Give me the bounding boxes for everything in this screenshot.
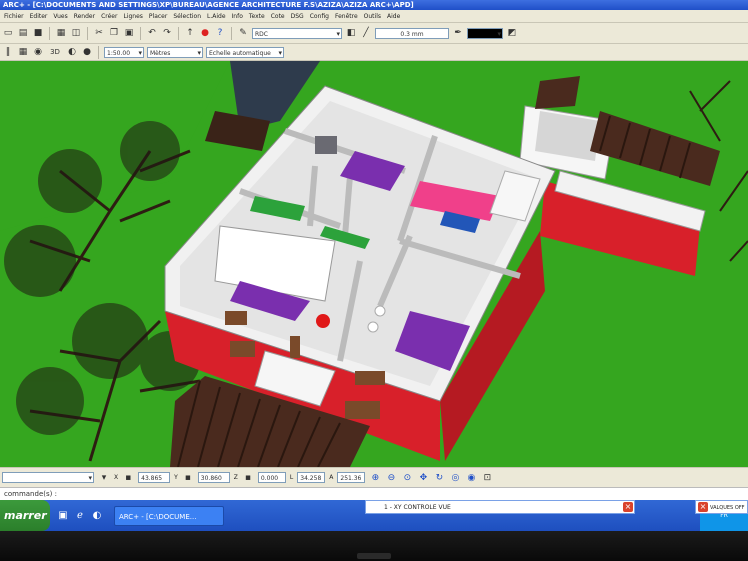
secondary-toolbar: ‖ ▦ ◉ 3D ◐ ● 1:50.00 Mètres Echelle auto… xyxy=(0,44,748,61)
cut-icon[interactable]: ✂ xyxy=(93,27,105,39)
menu-creer[interactable]: Créer xyxy=(101,10,117,22)
zoom-all-icon[interactable]: ◎ xyxy=(449,472,461,484)
paste-icon[interactable]: ▣ xyxy=(123,27,135,39)
fill-bucket-icon[interactable]: ◩ xyxy=(506,27,518,39)
menu-render[interactable]: Render xyxy=(74,10,95,22)
scale-select[interactable]: 1:50.00 xyxy=(104,46,144,58)
length-field[interactable]: 34.258 xyxy=(297,472,326,483)
dropdown-icon[interactable]: ▾ xyxy=(98,472,110,484)
close-icon[interactable]: × xyxy=(698,502,708,512)
menu-outils[interactable]: Outils xyxy=(364,10,381,22)
pergola xyxy=(590,111,720,186)
menu-fenetre[interactable]: Fenêtre xyxy=(335,10,358,22)
render-icon[interactable]: ◐ xyxy=(66,46,78,58)
arc-plus-window: ARC+ - [C:\DOCUMENTS AND SETTINGS\XP\BUR… xyxy=(0,0,748,561)
stop-icon[interactable]: ● xyxy=(199,27,211,39)
menu-bar: Fichier Editer Vues Render Créer Lignes … xyxy=(0,10,748,23)
zoom-window-icon[interactable]: ⊙ xyxy=(401,472,413,484)
menu-placer[interactable]: Placer xyxy=(149,10,167,22)
desk xyxy=(315,136,337,154)
view3d-button[interactable]: 3D xyxy=(47,46,63,58)
angle-field[interactable]: 251.36 xyxy=(337,472,366,483)
toolbar-separator xyxy=(140,26,141,40)
lock-y-icon[interactable]: ▪ xyxy=(182,472,194,484)
menu-laide[interactable]: L.Aide xyxy=(207,10,226,22)
layer-select[interactable]: RDC xyxy=(252,27,342,39)
start-button[interactable]: marrer xyxy=(0,500,50,531)
toolbar-separator xyxy=(231,26,232,40)
roof-beam xyxy=(535,76,580,109)
color-select[interactable] xyxy=(467,27,503,39)
menu-cote[interactable]: Cote xyxy=(271,10,285,22)
line-width-field[interactable]: 0.3 mm xyxy=(375,27,449,39)
toolbar-separator xyxy=(87,26,88,40)
units-select[interactable]: Mètres xyxy=(147,46,203,58)
z-label: Z xyxy=(233,474,238,481)
undo-icon[interactable]: ↶ xyxy=(146,27,158,39)
menu-editer[interactable]: Editer xyxy=(30,10,48,22)
save-icon[interactable]: ■ xyxy=(32,27,44,39)
arrow-up-icon[interactable]: ↑ xyxy=(184,27,196,39)
preview-icon[interactable]: ◫ xyxy=(70,27,82,39)
sphere-icon[interactable]: ● xyxy=(81,46,93,58)
pan-icon[interactable]: ✥ xyxy=(417,472,429,484)
pen-icon[interactable]: ✒ xyxy=(452,27,464,39)
grid-icon[interactable]: ▦ xyxy=(17,46,29,58)
line-style-icon[interactable]: ╱ xyxy=(360,27,372,39)
desktop-icon[interactable]: ▣ xyxy=(56,509,70,523)
l-label: L xyxy=(289,474,294,481)
open-folder-icon[interactable]: ▤ xyxy=(17,27,29,39)
ie-icon[interactable]: ℯ xyxy=(73,509,87,523)
house-3d-render xyxy=(0,61,748,467)
menu-fichier[interactable]: Fichier xyxy=(4,10,24,22)
zoom-out-icon[interactable]: ⊖ xyxy=(385,472,397,484)
copy-icon[interactable]: ❐ xyxy=(108,27,120,39)
window-title: ARC+ - [C:\DOCUMENTS AND SETTINGS\XP\BUR… xyxy=(0,0,748,10)
quick-launch: ▣ ℯ ◐ xyxy=(50,509,104,523)
red-chair xyxy=(316,314,330,328)
control-view-panel[interactable]: 1 - XY CONTROLE VUE xyxy=(365,500,635,514)
command-line[interactable]: commande(s) : xyxy=(0,487,748,500)
pause-icon[interactable]: ‖ xyxy=(2,46,14,58)
zoom-prev-icon[interactable]: ◉ xyxy=(465,472,477,484)
menu-lignes[interactable]: Lignes xyxy=(123,10,142,22)
taskbar-arc-plus[interactable]: ARC+ - [C:\DOCUME... xyxy=(114,505,224,526)
y-label: Y xyxy=(174,474,178,481)
x-label: X xyxy=(114,474,119,481)
coordinates-bar: ▾ X ▪ 43.865 Y ▪ 30.860 Z ▪ 0.000 L 34.2… xyxy=(0,467,748,487)
close-icon[interactable]: × xyxy=(623,502,633,512)
snap-select[interactable] xyxy=(2,472,94,483)
help-icon[interactable]: ? xyxy=(214,27,226,39)
a-label: A xyxy=(329,474,334,481)
toolbar-separator xyxy=(49,26,50,40)
menu-dsg[interactable]: DSG xyxy=(291,10,304,22)
zoom-mode-select[interactable]: Echelle automatique xyxy=(206,46,284,58)
menu-vues[interactable]: Vues xyxy=(53,10,67,22)
layer-settings-icon[interactable]: ◧ xyxy=(345,27,357,39)
layer-pen-icon[interactable]: ✎ xyxy=(237,27,249,39)
menu-info[interactable]: Info xyxy=(232,10,243,22)
y-coordinate[interactable]: 30.860 xyxy=(197,472,230,483)
z-coordinate[interactable]: 0.000 xyxy=(257,472,286,483)
toolbar-separator xyxy=(178,26,179,40)
zoom-in-icon[interactable]: ⊕ xyxy=(369,472,381,484)
lock-x-icon[interactable]: ▪ xyxy=(122,472,134,484)
media-icon[interactable]: ◐ xyxy=(90,509,104,523)
camera-icon[interactable]: ◉ xyxy=(32,46,44,58)
lock-z-icon[interactable]: ▪ xyxy=(242,472,254,484)
monitor-logo xyxy=(357,553,391,559)
print-icon[interactable]: ▦ xyxy=(55,27,67,39)
refresh-icon[interactable]: ↻ xyxy=(433,472,445,484)
menu-aide[interactable]: Aide xyxy=(387,10,400,22)
fit-icon[interactable]: ⊡ xyxy=(481,472,493,484)
menu-config[interactable]: Config xyxy=(310,10,329,22)
3d-viewport[interactable] xyxy=(0,61,748,467)
x-coordinate[interactable]: 43.865 xyxy=(138,472,171,483)
menu-selection[interactable]: Sélection xyxy=(173,10,201,22)
toolbar-separator xyxy=(98,45,99,59)
main-toolbar: ▭ ▤ ■ ▦ ◫ ✂ ❐ ▣ ↶ ↷ ↑ ● ? ✎ RDC ◧ ╱ 0.3 … xyxy=(0,23,748,44)
redo-icon[interactable]: ↷ xyxy=(161,27,173,39)
menu-texte[interactable]: Texte xyxy=(249,10,265,22)
new-file-icon[interactable]: ▭ xyxy=(2,27,14,39)
